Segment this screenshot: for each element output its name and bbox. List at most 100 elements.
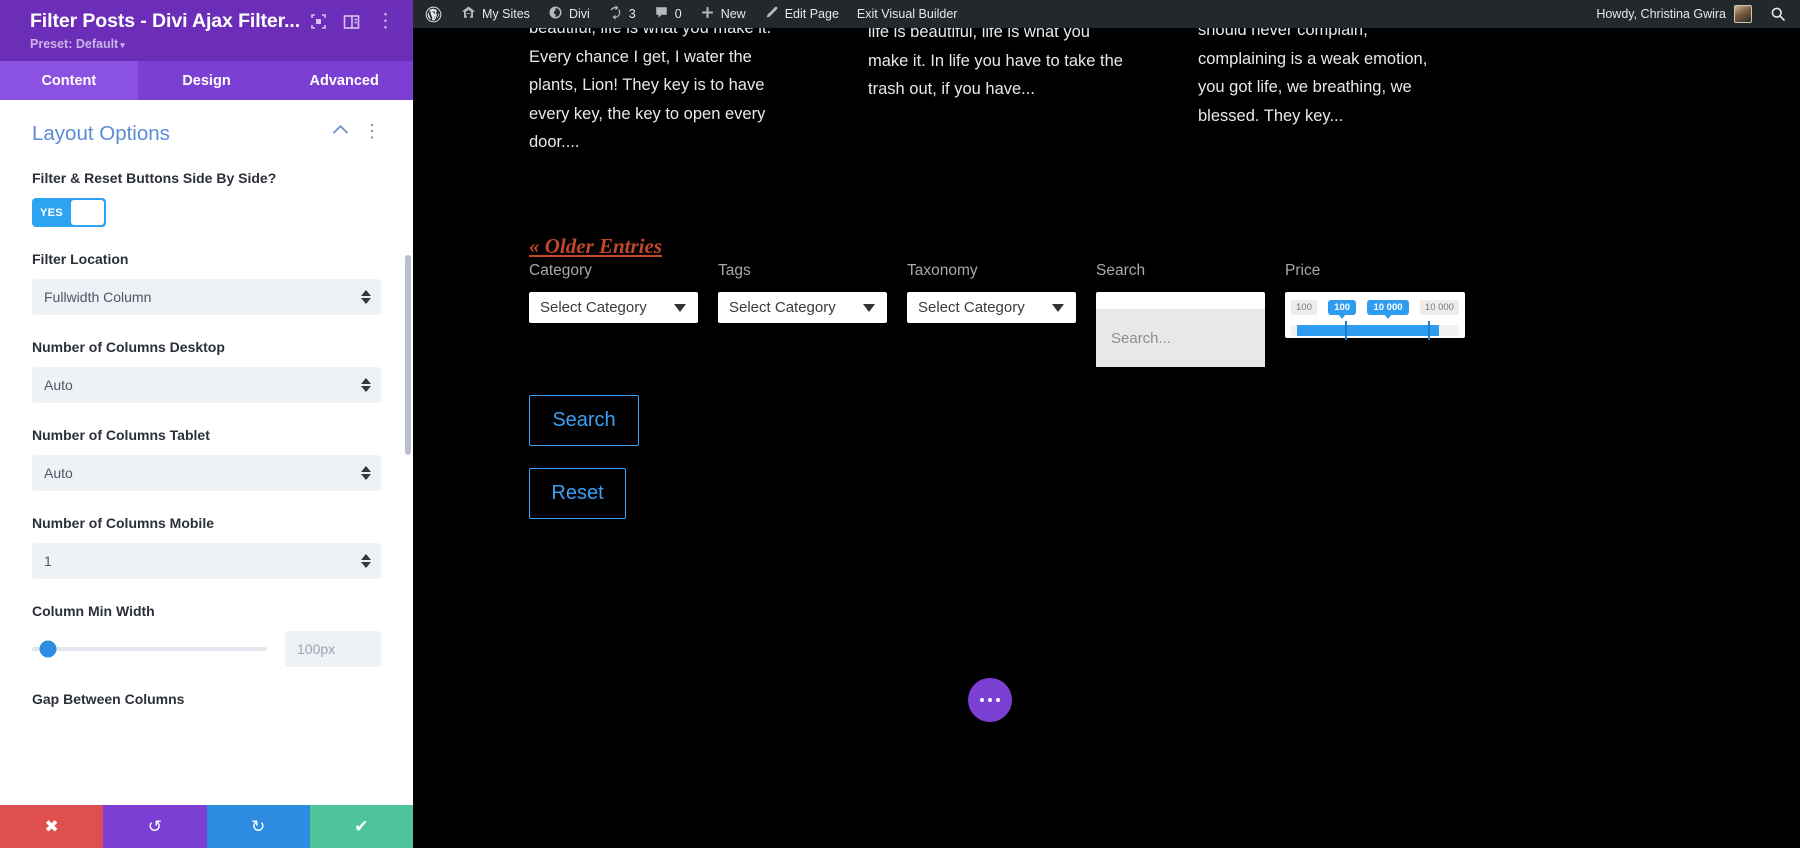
chevron-up-icon[interactable] bbox=[332, 122, 349, 140]
filter-search: Search bbox=[1096, 262, 1266, 367]
undo-button[interactable]: ↺ bbox=[103, 805, 207, 848]
settings-body: Layout Options ⋮ Filter & Reset Buttons … bbox=[0, 100, 413, 805]
settings-panel-header: Filter Posts - Divi Ajax Filter... ⋮ Pre… bbox=[0, 0, 413, 61]
filter-label: Category bbox=[529, 262, 592, 279]
field-columns-desktop: Number of Columns Desktop Auto bbox=[32, 337, 381, 403]
layout-columns-icon[interactable] bbox=[343, 14, 360, 30]
divi-icon bbox=[548, 5, 563, 23]
reset-button[interactable]: Reset bbox=[529, 468, 626, 519]
filter-tags: Tags Select Category bbox=[718, 262, 888, 323]
admin-bar-item-exit-visual-builder[interactable]: Exit Visual Builder bbox=[848, 0, 967, 28]
admin-bar-item-new[interactable]: New bbox=[691, 0, 755, 28]
howdy-menu[interactable]: Howdy, Christina Gwira bbox=[1586, 5, 1762, 23]
settings-footer: ✖ ↺ ↻ ✔ bbox=[0, 805, 413, 848]
dropdown-value: Select Category bbox=[918, 299, 1025, 316]
filter-price: Price 100 100 10 000 10 000 bbox=[1285, 262, 1465, 340]
comment-icon bbox=[654, 5, 669, 23]
chevron-down-icon bbox=[674, 303, 686, 312]
post-excerpt: should never complain, complaining is a … bbox=[1198, 28, 1428, 125]
cancel-button[interactable]: ✖ bbox=[0, 805, 104, 848]
tags-dropdown[interactable]: Select Category bbox=[718, 292, 887, 323]
select-arrows-icon bbox=[361, 466, 371, 480]
slider-thumb[interactable] bbox=[39, 640, 57, 658]
select-value: Fullwidth Column bbox=[44, 289, 152, 305]
field-filter-reset-side-by-side: Filter & Reset Buttons Side By Side? YES bbox=[32, 168, 381, 227]
filter-location-select[interactable]: Fullwidth Column bbox=[32, 279, 381, 315]
price-min-label: 100 bbox=[1291, 299, 1317, 315]
admin-bar-label: Exit Visual Builder bbox=[856, 7, 958, 21]
search-field-wrapper bbox=[1096, 292, 1265, 367]
admin-bar-item-comments[interactable]: 0 bbox=[645, 0, 691, 28]
post-excerpt: life is beautiful, life is what you make… bbox=[868, 28, 1123, 98]
updates-icon bbox=[608, 5, 623, 23]
field-columns-mobile: Number of Columns Mobile 1 bbox=[32, 513, 381, 579]
redo-button[interactable]: ↻ bbox=[206, 805, 310, 848]
price-current-min: 100 bbox=[1328, 299, 1357, 315]
preset-selector[interactable]: Preset: Default ▾ bbox=[30, 37, 125, 51]
field-column-min-width: Column Min Width 100px bbox=[32, 601, 381, 667]
columns-mobile-select[interactable]: 1 bbox=[32, 543, 381, 579]
slider-handle-max[interactable] bbox=[1428, 321, 1430, 340]
price-range-widget[interactable]: 100 100 10 000 10 000 bbox=[1285, 292, 1465, 340]
tab-content[interactable]: Content bbox=[0, 61, 138, 100]
wordpress-logo-icon[interactable] bbox=[413, 0, 452, 28]
field-label: Filter & Reset Buttons Side By Side? bbox=[32, 170, 277, 186]
toggle-value: YES bbox=[40, 206, 63, 219]
admin-bar-item-updates[interactable]: 3 bbox=[599, 0, 645, 28]
section-title: Layout Options bbox=[32, 122, 170, 145]
admin-bar-label: Divi bbox=[568, 7, 590, 21]
admin-bar-item-edit-page[interactable]: Edit Page bbox=[755, 0, 848, 28]
tab-advanced[interactable]: Advanced bbox=[275, 61, 413, 100]
select-value: 1 bbox=[44, 553, 52, 569]
price-slider[interactable] bbox=[1291, 321, 1459, 340]
page-preview: beautiful, life is what you make it. Eve… bbox=[413, 28, 1800, 848]
more-vertical-icon[interactable]: ⋮ bbox=[376, 12, 395, 31]
tab-design[interactable]: Design bbox=[138, 61, 276, 100]
admin-bar-label: 0 bbox=[674, 7, 682, 21]
howdy-label: Howdy, Christina Gwira bbox=[1596, 7, 1726, 21]
post-excerpts: beautiful, life is what you make it. Eve… bbox=[413, 28, 1800, 203]
admin-bar-item-divi[interactable]: Divi bbox=[539, 0, 599, 28]
layout-options-section-header: Layout Options ⋮ bbox=[32, 122, 381, 146]
settings-scrollbar[interactable] bbox=[405, 255, 411, 455]
column-min-width-slider[interactable] bbox=[32, 640, 267, 658]
slider-fill bbox=[1297, 325, 1439, 336]
visual-builder-menu-button[interactable] bbox=[968, 678, 1012, 722]
field-filter-location: Filter Location Fullwidth Column bbox=[32, 249, 381, 315]
filter-label: Taxonomy bbox=[907, 262, 978, 279]
column-min-width-input[interactable]: 100px bbox=[285, 631, 381, 667]
dropdown-value: Select Category bbox=[540, 299, 647, 316]
category-dropdown[interactable]: Select Category bbox=[529, 292, 698, 323]
post-excerpt: beautiful, life is what you make it. Eve… bbox=[529, 28, 772, 151]
search-button[interactable]: Search bbox=[529, 395, 639, 446]
more-horizontal-icon bbox=[979, 697, 1001, 703]
slider-handle-min[interactable] bbox=[1345, 321, 1347, 340]
admin-bar-label: Edit Page bbox=[784, 7, 839, 21]
chevron-down-icon: ▾ bbox=[120, 40, 125, 50]
toggle-knob bbox=[70, 200, 104, 225]
price-labels: 100 100 10 000 10 000 bbox=[1291, 298, 1459, 316]
chevron-down-icon bbox=[1052, 303, 1064, 312]
taxonomy-dropdown[interactable]: Select Category bbox=[907, 292, 1076, 323]
select-value: Auto bbox=[44, 377, 73, 393]
columns-tablet-select[interactable]: Auto bbox=[32, 455, 381, 491]
select-arrows-icon bbox=[361, 554, 371, 568]
settings-tabs: Content Design Advanced bbox=[0, 61, 413, 100]
search-input[interactable] bbox=[1096, 309, 1265, 367]
older-entries-link[interactable]: « Older Entries bbox=[529, 234, 662, 259]
select-value: Auto bbox=[44, 465, 73, 481]
field-label: Number of Columns Tablet bbox=[32, 427, 210, 443]
save-button[interactable]: ✔ bbox=[309, 805, 413, 848]
filter-label: Price bbox=[1285, 262, 1321, 279]
select-arrows-icon bbox=[361, 290, 371, 304]
filter-taxonomy: Taxonomy Select Category bbox=[907, 262, 1077, 323]
field-label: Column Min Width bbox=[32, 603, 155, 619]
filter-reset-side-by-side-toggle[interactable]: YES bbox=[32, 198, 106, 227]
search-icon[interactable] bbox=[1762, 6, 1800, 22]
wordpress-admin-bar: My Sites Divi 3 0 New Edit Page Exit Vis… bbox=[413, 0, 1800, 28]
columns-desktop-select[interactable]: Auto bbox=[32, 367, 381, 403]
section-more-icon[interactable]: ⋮ bbox=[363, 122, 381, 140]
field-label: Number of Columns Mobile bbox=[32, 515, 214, 531]
admin-bar-item-my-sites[interactable]: My Sites bbox=[452, 0, 539, 28]
focus-icon[interactable] bbox=[310, 13, 327, 30]
